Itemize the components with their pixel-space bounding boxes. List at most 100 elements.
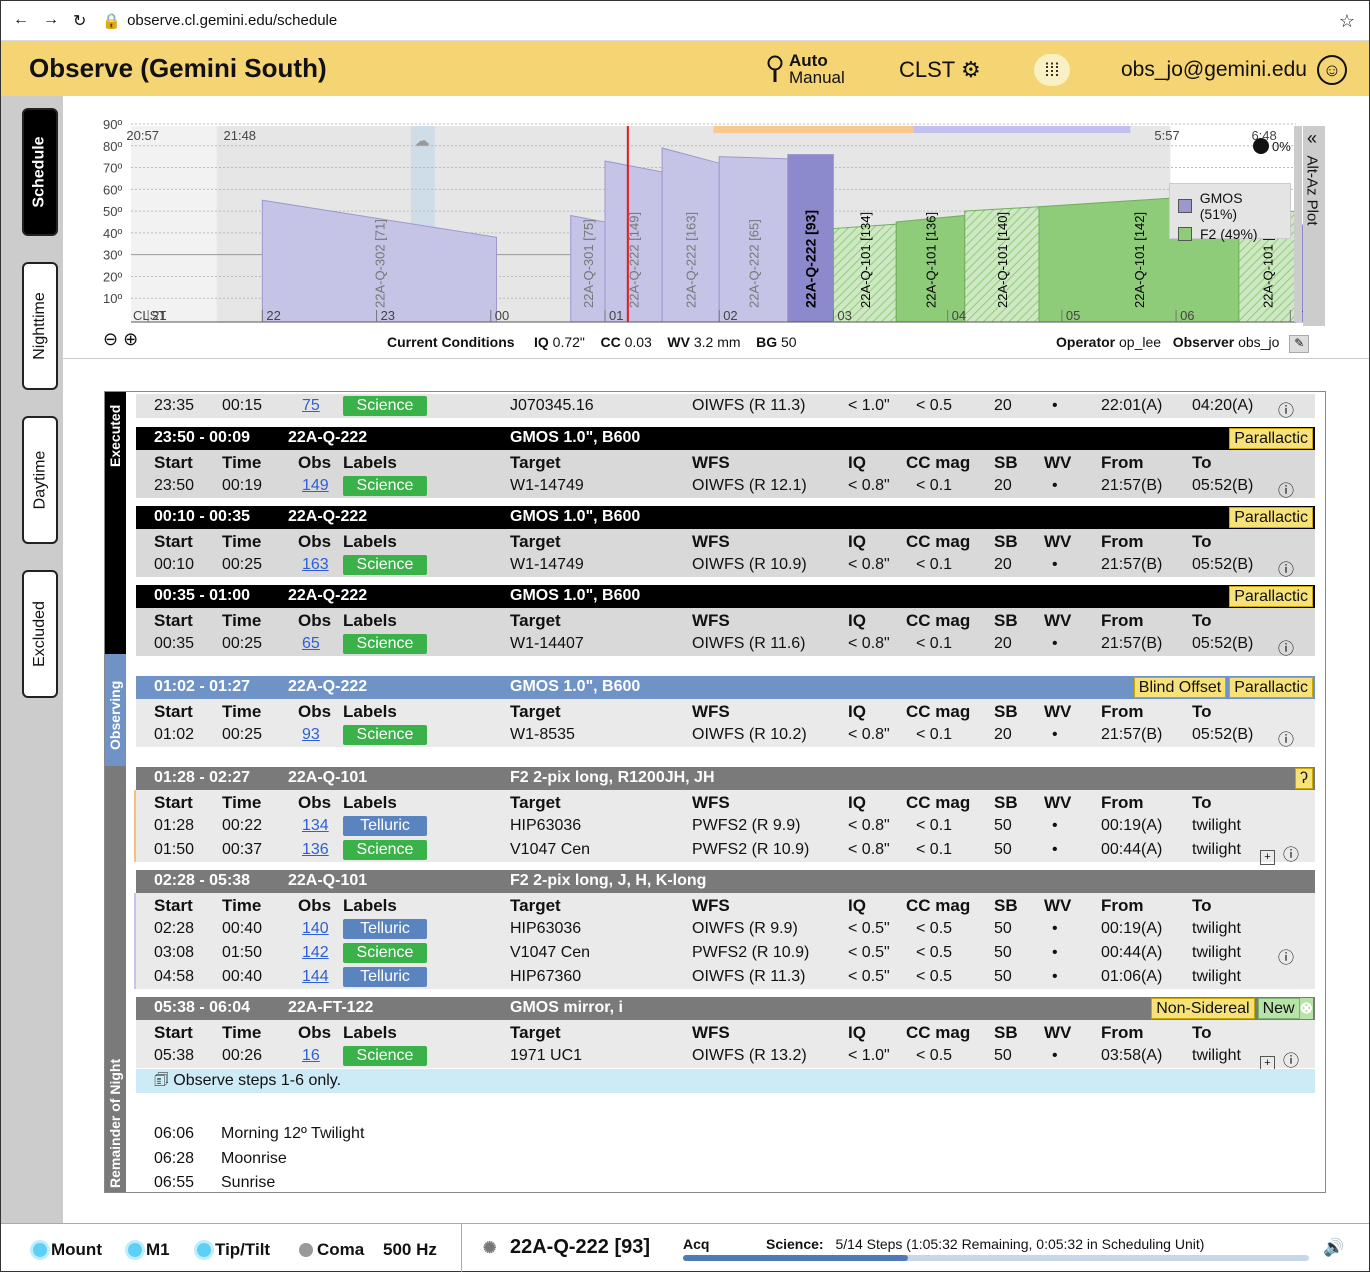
dismiss-icon[interactable]: ⊗ [1299,998,1313,1019]
user-email[interactable]: obs_jo@gemini.edu [1121,58,1307,82]
group-header[interactable]: 00:35 - 01:00 22A-Q-222 GMOS 1.0", B600 Par… [136,585,1315,608]
obs-link[interactable]: 144 [302,968,329,986]
forward-icon[interactable]: → [43,11,59,31]
bookmark-star-icon[interactable]: ☆ [1339,11,1355,32]
obs-link[interactable]: 163 [302,556,329,574]
obs-link[interactable]: 65 [302,635,320,653]
obs-link[interactable]: 136 [302,841,329,859]
from-time: 22:01(A) [1101,397,1163,414]
sb-constraint: 50 [994,841,1012,858]
schedule-group[interactable]: 01:28 - 02:27 22A-Q-101 F2 2-pix long, R12… [134,767,1315,865]
schedule-group[interactable]: 01:02 - 01:27 22A-Q-222 GMOS 1.0", B600 Bli… [136,676,1315,749]
col-header-obs: Obs [298,702,332,721]
mode-manual: Manual [789,68,845,87]
group-header[interactable]: 05:38 - 06:04 22A-FT-122 GMOS mirror, i Non… [136,997,1315,1020]
add-step-icon[interactable]: + [1260,850,1275,865]
table-row[interactable]: 01:02 00:25 93 Science W1-8535 OIWFS (R 10.2)… [136,723,1315,749]
sound-icon[interactable]: 🔊 [1323,1238,1344,1258]
cc-constraint: < 0.5 [916,1047,953,1064]
zoom-in-icon[interactable]: ⊕ [123,329,138,349]
edit-pencil-icon[interactable]: ✎ [1289,335,1310,353]
app-window: ← → ↻ 🔒 observe.cl.gemini.edu/schedule ☆ … [0,0,1370,1272]
col-header-from: From [1101,896,1144,915]
zoom-out-icon[interactable]: ⊖ [103,329,118,349]
label-badge: Science [343,725,427,745]
altitude-plot[interactable]: ☁ 90º 80º 70º 60º 50º 40º 30º 20º 10º 20:57 21:48 5:… [63,96,1303,328]
from-time: 03:58(A) [1101,1047,1163,1064]
obs-link[interactable]: 75 [302,397,320,415]
group-header[interactable]: 01:02 - 01:27 22A-Q-222 GMOS 1.0", B600 Bli… [136,676,1315,699]
table-row[interactable]: 04:58 00:40 144 Telluric HIP67360 OIWFS (R 11… [136,965,1315,989]
table-row[interactable]: 00:35 00:25 65 Science W1-14407 OIWFS (R 11.6… [136,632,1315,658]
info-icon[interactable]: ⓘ [1278,403,1294,420]
obs-link[interactable]: 149 [302,477,329,495]
col-header-labels: Labels [343,611,397,630]
obs-link[interactable]: 134 [302,817,329,835]
alt-az-toggle[interactable]: « Alt-Az Plot [1303,126,1325,326]
row-icons: ⓘ [1278,556,1294,580]
obs-link[interactable]: 140 [302,920,329,938]
table-row[interactable]: 00:10 00:25 163 Science W1-14749 OIWFS (R 10.… [136,553,1315,580]
obs-link[interactable]: 142 [302,944,329,962]
col-header-wfs: WFS [692,532,730,551]
table-row[interactable]: 01:28 00:22 134 Telluric HIP63036 PWFS2 (R 9.… [136,814,1315,838]
table-row[interactable]: 03:08 01:50 142 Science V1047 Cen PWFS2 (R 10… [136,941,1315,967]
col-header-sb: SB [994,453,1018,472]
to-time: twilight [1192,920,1241,937]
tab-schedule[interactable]: Schedule [22,108,58,236]
wfs: OIWFS (R 10.2) [692,726,807,743]
event-time: 06:28 [154,1149,195,1167]
address-bar[interactable]: observe.cl.gemini.edu/schedule [127,12,337,29]
info-icon[interactable]: ⓘ [1283,1053,1299,1070]
schedule-group[interactable]: 02:28 - 05:38 22A-Q-101 F2 2-pix long, J, … [134,870,1315,989]
col-header-time: Time [222,453,262,472]
info-icon[interactable]: ⓘ [1278,641,1294,658]
col-header-cc: CC mag [906,611,971,630]
sb-constraint: 20 [994,726,1012,743]
cc-constraint: < 0.1 [916,817,953,834]
apps-grid-icon[interactable]: ⁞⁞⁞ [1034,54,1070,86]
table-row[interactable]: 01:50 00:37 136 Science V1047 Cen PWFS2 (R 10… [136,838,1315,865]
back-icon[interactable]: ← [13,11,29,31]
group-header[interactable]: 23:50 - 00:09 22A-Q-222 GMOS 1.0", B600 Par… [136,427,1315,450]
avatar-icon[interactable]: ☺ [1317,55,1347,85]
current-observation[interactable]: ✺ 22A-Q-222 [93] [483,1236,650,1259]
observer-note: 🗊 Observe steps 1-6 only. [136,1069,1315,1093]
schedule-group[interactable]: 00:35 - 01:00 22A-Q-222 GMOS 1.0", B600 Par… [136,585,1315,658]
group-header[interactable]: 00:10 - 00:35 22A-Q-222 GMOS 1.0", B600 Par… [136,506,1315,529]
schedule-group[interactable]: 23:50 - 00:09 22A-Q-222 GMOS 1.0", B600 Par… [136,427,1315,500]
clst-settings[interactable]: CLST ⚙ [899,57,981,83]
col-header-wfs: WFS [692,611,730,630]
iq-constraint: < 0.8" [848,635,890,652]
info-icon[interactable]: ⓘ [1283,847,1299,864]
info-icon[interactable]: ⓘ [1278,732,1294,749]
col-header-iq: IQ [848,702,866,721]
obs-link[interactable]: 93 [302,726,320,744]
moon-percent: 0% [1272,138,1291,154]
obs-link[interactable]: 16 [302,1047,320,1065]
wv-key: WV [667,334,690,350]
table-row[interactable]: 05:38 00:26 16 Science 1971 UC1 OIWFS (R 13.2… [136,1044,1315,1071]
schedule-group[interactable]: 05:38 - 06:04 22A-FT-122 GMOS mirror, i Non… [136,997,1315,1071]
reload-icon[interactable]: ↻ [73,11,86,31]
info-icon[interactable]: ⓘ [1278,562,1294,579]
tab-daytime[interactable]: Daytime [22,416,58,544]
current-conditions: Current Conditions IQ 0.72" CC 0.03 WV 3… [387,334,797,350]
col-header-iq: IQ [848,453,866,472]
tab-excluded[interactable]: Excluded [22,570,58,698]
group-header[interactable]: 02:28 - 05:38 22A-Q-101 F2 2-pix long, J, … [136,870,1315,893]
group-config: GMOS 1.0", B600 [510,429,641,446]
toggle-icon [767,55,783,82]
info-icon[interactable]: ⓘ [1278,483,1294,500]
wv-constraint: • [1052,841,1058,858]
schedule-group[interactable]: 00:10 - 00:35 22A-Q-222 GMOS 1.0", B600 Par… [136,506,1315,580]
tab-nighttime[interactable]: Nighttime [22,262,58,390]
group-header[interactable]: 01:28 - 02:27 22A-Q-101 F2 2-pix long, R12… [136,767,1315,790]
mode-toggle[interactable]: Auto Manual [767,52,845,86]
col-header-wv: WV [1044,1023,1072,1042]
col-header-from: From [1101,793,1144,812]
table-row[interactable]: 23:50 00:19 149 Science W1-14749 OIWFS (R 12.… [136,474,1315,500]
table-row[interactable]: 02:28 00:40 140 Telluric HIP63036 OIWFS (R 9.… [136,917,1315,941]
table-row[interactable]: 23:35 00:15 75 Science J070345.16 OIWFS (R 11… [136,394,1315,420]
iq-constraint: < 1.0" [848,397,890,414]
